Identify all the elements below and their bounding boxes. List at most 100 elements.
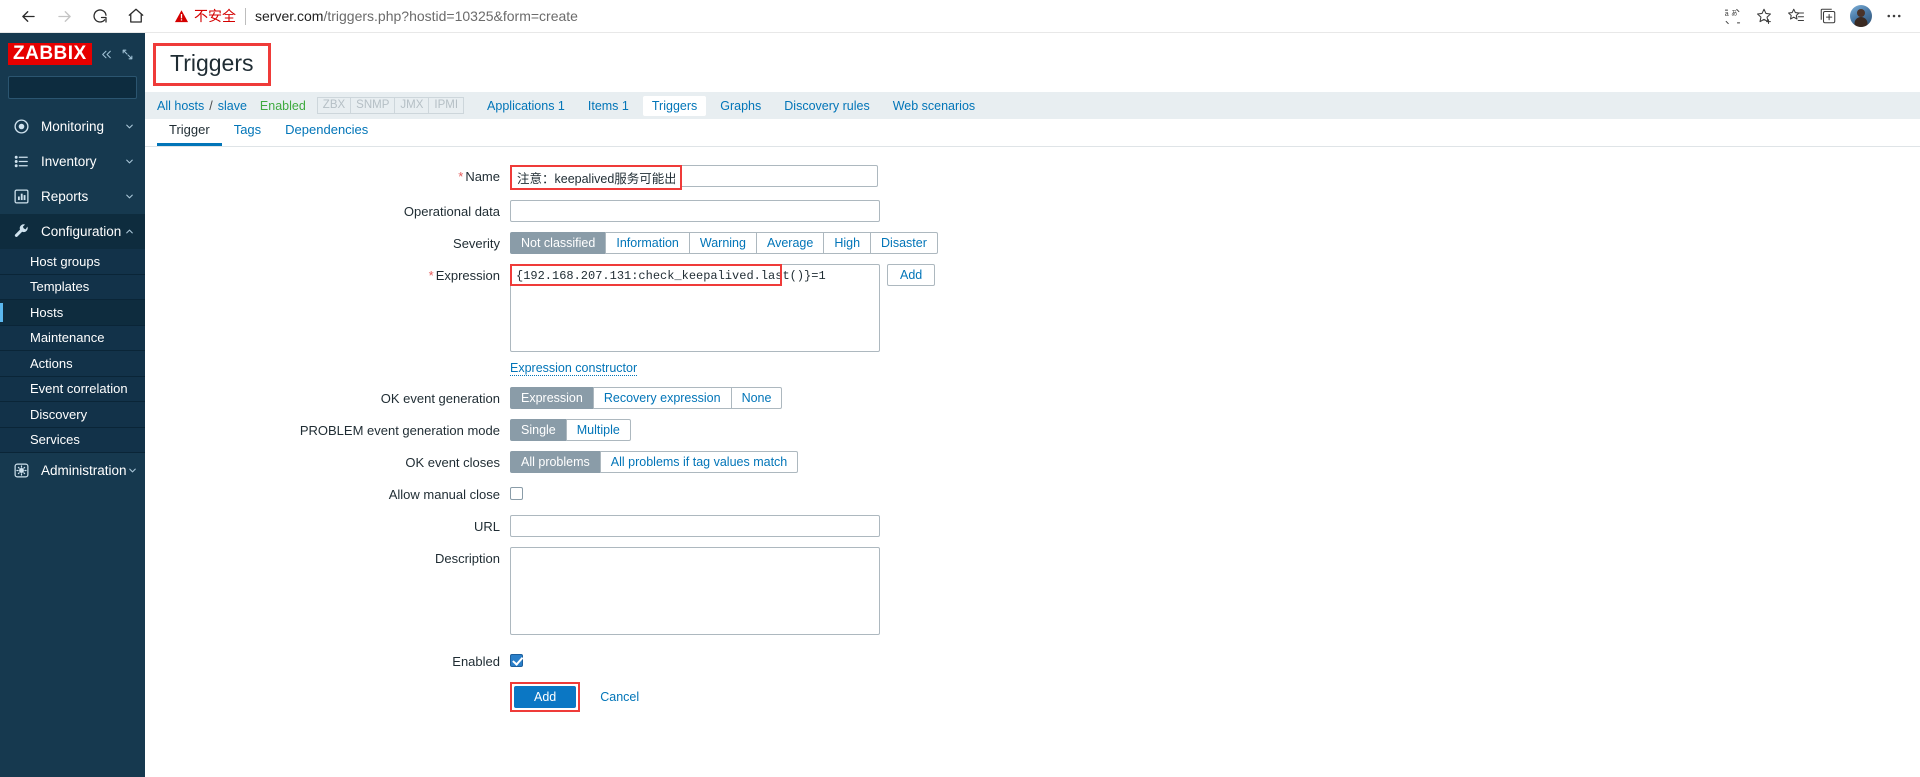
page-header: Triggers (145, 33, 1920, 92)
ok-event-closes-label: OK event closes (405, 454, 500, 470)
sidebar-item-maintenance[interactable]: Maintenance (0, 325, 145, 351)
sidebar-item-configuration[interactable]: Configuration (0, 214, 145, 249)
translate-icon[interactable]: aあ (1716, 1, 1748, 31)
severity-segmented-control: Not classified Information Warning Avera… (510, 231, 1920, 254)
ok-event-generation-option-expression[interactable]: Expression (510, 386, 594, 409)
star-add-icon[interactable] (1748, 1, 1780, 31)
add-button[interactable]: Add (514, 685, 577, 708)
tab-dependencies[interactable]: Dependencies (273, 119, 380, 146)
ok-event-closes-option-tag-values-match[interactable]: All problems if tag values match (599, 450, 799, 473)
security-label: 不安全 (194, 8, 236, 24)
problem-event-generation-mode-control: Single Multiple (510, 418, 1920, 441)
expression-row: {192.168.207.131:check_keepalived.last()… (510, 263, 1920, 357)
host-status-badge[interactable]: Enabled (260, 99, 306, 113)
severity-option-warning[interactable]: Warning (688, 231, 757, 254)
browser-tool-icons: aあ (1716, 1, 1910, 31)
browser-tabs-icon[interactable] (1812, 1, 1844, 31)
tab-tags[interactable]: Tags (222, 119, 273, 146)
ok-event-generation-option-none[interactable]: None (730, 386, 783, 409)
form-row-ok-event-generation: OK event generation Expression Recovery … (145, 386, 1920, 409)
url-label: URL (473, 518, 500, 534)
ok-event-closes-option-all-problems[interactable]: All problems (510, 450, 601, 473)
breadcrumb-link-triggers[interactable]: Triggers (642, 95, 707, 116)
chevron-down-icon (124, 156, 135, 167)
breadcrumb-host[interactable]: slave (218, 99, 247, 113)
sidebar-item-hosts[interactable]: Hosts (0, 300, 145, 326)
enabled-checkbox[interactable] (510, 653, 523, 667)
url-host: server.com (255, 8, 324, 24)
problem-event-mode-option-multiple[interactable]: Multiple (565, 418, 631, 441)
address-bar[interactable]: 不安全 server.com/triggers.php?hostid=10325… (162, 2, 1710, 30)
sidebar-item-inventory[interactable]: Inventory (0, 144, 145, 179)
collapse-double-chevron-icon[interactable] (99, 48, 114, 61)
sidebar-item-services[interactable]: Services (0, 427, 145, 453)
name-label: * Name (458, 169, 500, 184)
hide-sidebar-icon[interactable] (121, 48, 134, 61)
breadcrumb-link-applications[interactable]: Applications 1 (478, 96, 574, 116)
required-marker: * (458, 169, 464, 184)
sidebar-item-actions[interactable]: Actions (0, 351, 145, 377)
favorites-list-icon[interactable] (1780, 1, 1812, 31)
submenu-label: Maintenance (30, 330, 105, 346)
home-icon[interactable] (118, 1, 154, 31)
breadcrumb: All hosts / slave Enabled ZBX SNMP JMX I… (145, 92, 1920, 119)
forward-arrow-icon[interactable] (46, 1, 82, 31)
expression-textarea-wrapper: {192.168.207.131:check_keepalived.last()… (510, 263, 880, 357)
problem-event-mode-option-single[interactable]: Single (510, 418, 567, 441)
main-content: Triggers All hosts / slave Enabled ZBX S… (145, 33, 1920, 777)
form-row-severity: Severity Not classified Information Warn… (145, 231, 1920, 254)
submenu-label: Templates (30, 279, 90, 295)
expression-add-button[interactable]: Add (887, 263, 936, 286)
security-warning[interactable]: 不安全 (174, 6, 236, 26)
expression-constructor-link[interactable]: Expression constructor (510, 361, 638, 376)
trigger-form-area: Trigger Tags Dependencies *Name Operati (145, 119, 1920, 777)
submit-highlight-box: Add (510, 681, 581, 712)
description-label: Description (434, 550, 500, 566)
submenu-label: Event correlation (30, 381, 128, 397)
breadcrumb-link-discovery-rules[interactable]: Discovery rules (775, 96, 878, 116)
expression-textarea[interactable]: {192.168.207.131:check_keepalived.last()… (510, 263, 880, 352)
severity-control: Not classified Information Warning Avera… (510, 231, 1920, 254)
back-arrow-icon[interactable] (10, 1, 46, 31)
ok-event-generation-option-recovery-expression[interactable]: Recovery expression (592, 386, 732, 409)
sidebar: ZABBIX Monitoring Inventory Reports Conf… (0, 33, 185, 777)
ok-event-generation-segmented-control: Expression Recovery expression None (510, 386, 1920, 409)
sidebar-item-administration[interactable]: Administration (0, 453, 145, 488)
operational-data-input[interactable] (510, 199, 880, 222)
severity-option-information[interactable]: Information (605, 231, 690, 254)
breadcrumb-link-web-scenarios[interactable]: Web scenarios (884, 96, 984, 116)
name-control (510, 165, 1920, 190)
breadcrumb-link-graphs[interactable]: Graphs (711, 96, 770, 116)
cancel-button[interactable]: Cancel (594, 689, 645, 705)
zabbix-logo[interactable]: ZABBIX (8, 42, 92, 66)
form-row-actions: Add Cancel (145, 681, 1920, 712)
breadcrumb-all-hosts[interactable]: All hosts (157, 99, 204, 113)
breadcrumb-link-items[interactable]: Items 1 (579, 96, 638, 116)
avatar[interactable] (1850, 5, 1872, 27)
sidebar-item-discovery[interactable]: Discovery (0, 402, 145, 428)
sidebar-item-event-correlation[interactable]: Event correlation (0, 376, 145, 402)
severity-option-high[interactable]: High (823, 231, 872, 254)
name-input-extension[interactable] (682, 165, 878, 187)
app-container: ZABBIX Monitoring Inventory Reports Conf… (0, 33, 1920, 777)
allow-manual-close-checkbox[interactable] (510, 486, 523, 500)
severity-option-disaster[interactable]: Disaster (870, 231, 938, 254)
sidebar-item-reports[interactable]: Reports (0, 179, 145, 214)
reload-icon[interactable] (82, 1, 118, 31)
submenu-label: Discovery (30, 406, 88, 422)
url-input[interactable] (510, 514, 880, 537)
name-highlight-box (510, 165, 682, 190)
sidebar-item-monitoring[interactable]: Monitoring (0, 109, 145, 144)
severity-option-average[interactable]: Average (755, 231, 825, 254)
more-options-icon[interactable] (1878, 1, 1910, 31)
eye-icon (10, 116, 32, 138)
sidebar-item-templates[interactable]: Templates (0, 274, 145, 300)
sidebar-item-host-groups[interactable]: Host groups (0, 249, 145, 275)
description-textarea[interactable] (510, 546, 880, 635)
svg-text:a: a (1724, 9, 1728, 17)
bar-chart-icon (10, 186, 32, 208)
name-input[interactable] (512, 167, 680, 187)
sidebar-search[interactable] (8, 76, 185, 99)
severity-option-not-classified[interactable]: Not classified (510, 231, 607, 254)
tab-trigger[interactable]: Trigger (157, 119, 222, 146)
